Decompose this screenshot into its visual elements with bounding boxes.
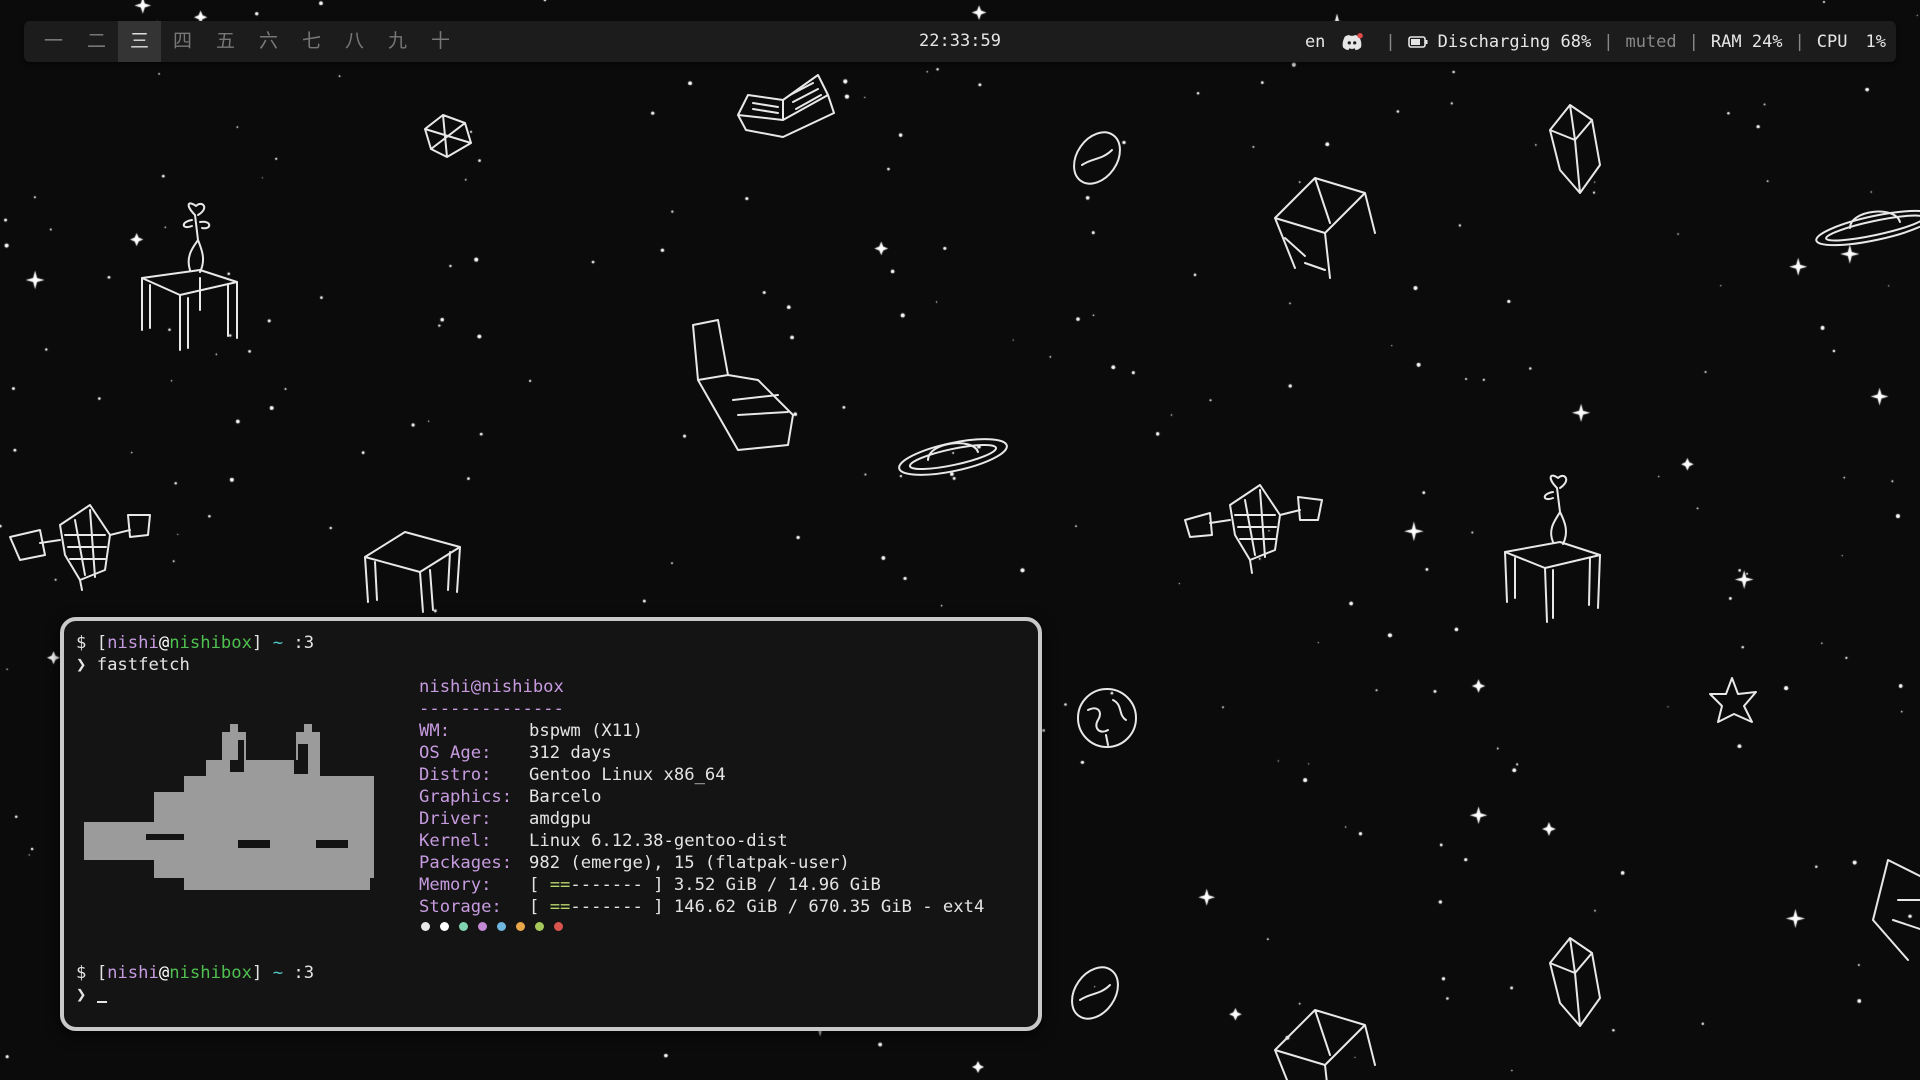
keyboard-layout[interactable]: en [1305,32,1325,52]
info-row: Distro: Gentoo Linux x86_64 [419,765,726,785]
info-row: Packages: 982 (emerge), 15 (flatpak-user) [419,853,850,873]
satellite-icon [9,504,151,591]
discord-icon[interactable] [1341,32,1364,51]
terminal-window[interactable]: $ [nishi@nishibox] ~ :3 ❯ fastfetch nish… [60,617,1042,1031]
globe-icon [1077,688,1137,748]
chair-bottom-icon [1274,1009,1376,1080]
status-bar: 一 二 三 四 五 六 七 八 九 十 22:33:59 en | Discha… [24,21,1896,62]
palette-dot [440,922,449,931]
storage-row: Storage:[ ==------- ] 146.62 GiB / 670.3… [419,897,985,917]
table-plant-icon [141,202,238,351]
saturn-small-icon [898,438,1008,476]
saturn-icon [1815,209,1920,247]
cat-logo-icon [84,724,374,890]
chair-tilted-icon [692,319,794,451]
separator: | [1603,31,1614,52]
gem-icon [424,114,472,158]
palette-dot [554,922,563,931]
info-row: Driver: amdgpu [419,809,592,829]
memory-row: Memory:[ ==------- ] 3.52 GiB / 14.96 Gi… [419,875,881,895]
chair-edge-icon [1872,859,1920,961]
cpu-label: CPU [1816,31,1848,52]
palette-dot [497,922,506,931]
battery-icon [1407,35,1428,48]
palette-dot [459,922,468,931]
palette-dot [478,922,487,931]
command-text: fastfetch [96,655,190,675]
status-modules: en | Discharging 68% | muted | RAM 24% |… [1305,21,1886,62]
prompt-line: $ [nishi@nishibox] ~ :3 [76,633,315,653]
asteroid-icon [1073,131,1121,185]
separator: | [1688,31,1699,52]
ram-usage: RAM 24% [1710,31,1783,52]
table-plant-right-icon [1504,474,1601,623]
satellite-right-icon [1184,484,1323,574]
info-row: OS Age: 312 days [419,743,612,763]
palette-dot [516,922,525,931]
info-row: Kernel: Linux 6.12.38-gentoo-dist [419,831,788,851]
asteroid-bottom-icon [1071,966,1119,1020]
command-line: ❯ fastfetch [76,655,190,675]
fetch-divider: -------------- [419,699,564,719]
volume-status[interactable]: muted [1625,32,1676,52]
crystal-bottom-icon [1549,937,1601,1027]
color-palette [421,922,563,931]
input-line[interactable]: ❯ [76,984,107,1006]
palette-dot [421,922,430,931]
prompt-line: $ [nishi@nishibox] ~ :3 [76,963,315,983]
star-outline-icon [1709,677,1757,723]
info-row: WM: bspwm (X11) [419,721,643,741]
stool-icon [364,531,461,613]
crystal-icon [1549,104,1601,194]
separator: | [1794,31,1805,52]
text-cursor [96,1001,107,1003]
info-row: Graphics: Barcelo [419,787,602,807]
palette-dot [535,922,544,931]
chair-icon [1274,177,1376,279]
separator: | [1385,31,1396,52]
book-icon [737,74,835,138]
cpu-usage: 1% [1865,31,1886,52]
battery-status[interactable]: Discharging 68% [1438,32,1592,52]
fetch-header: nishi@nishibox [419,677,564,697]
